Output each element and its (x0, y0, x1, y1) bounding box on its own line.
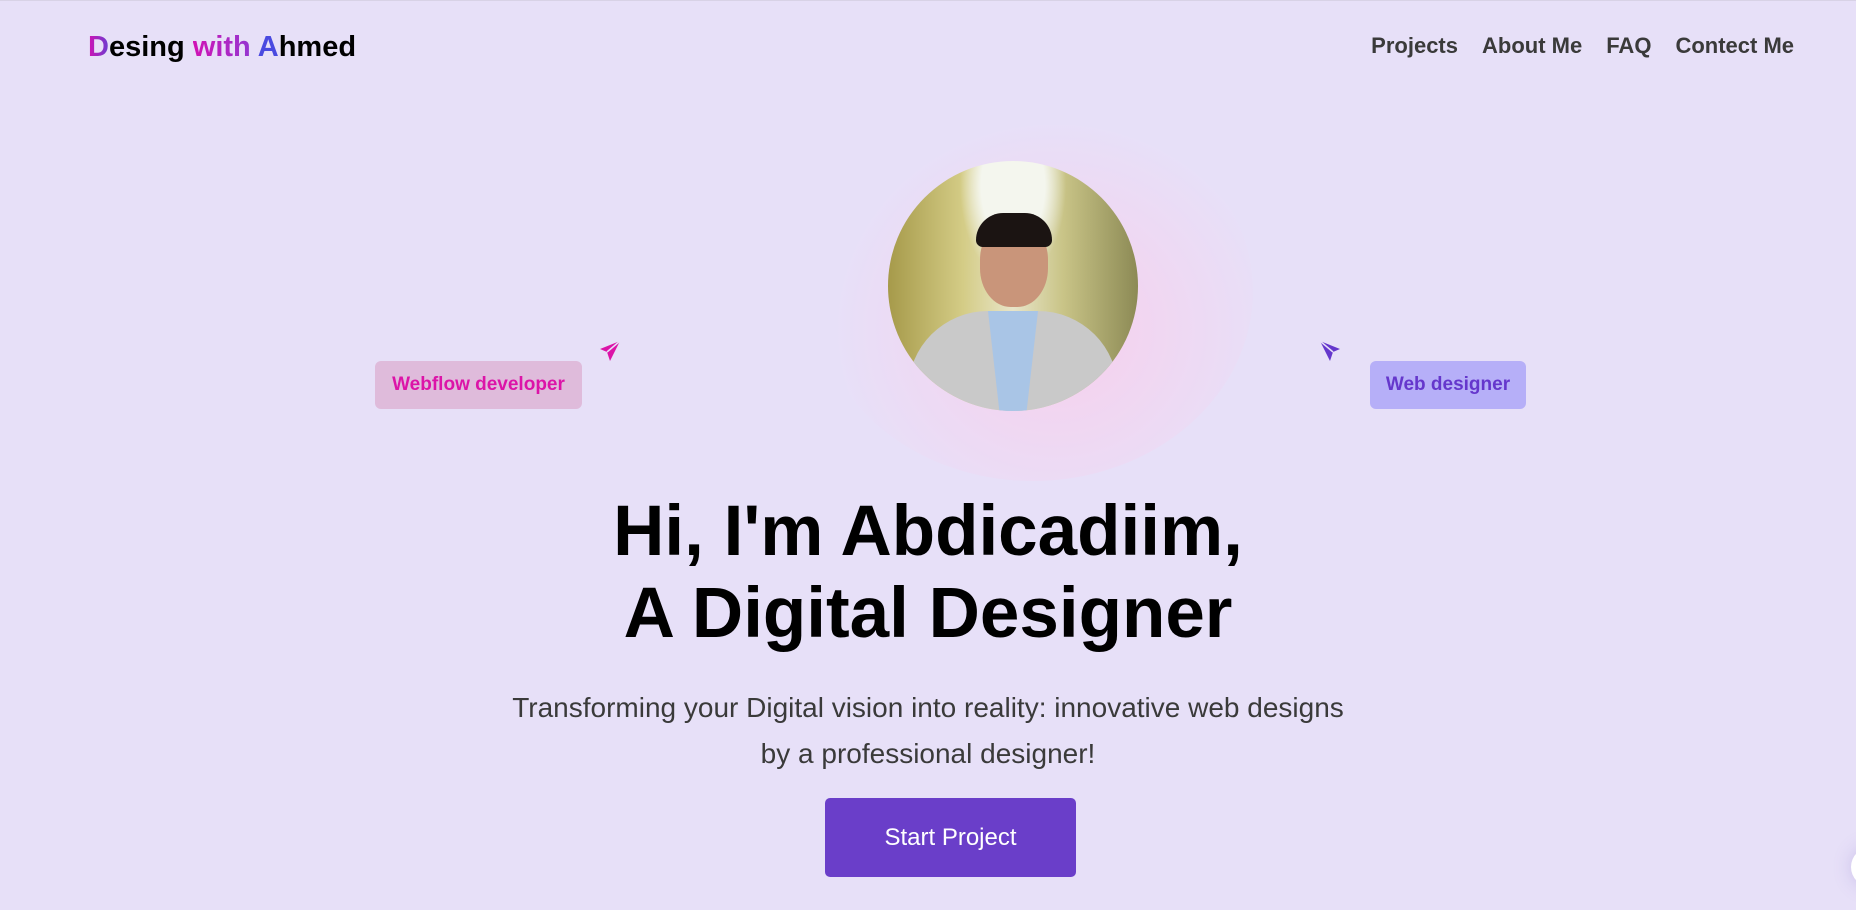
tag-webflow-developer: Webflow developer (375, 361, 582, 409)
profile-photo (888, 161, 1138, 411)
hero-subtitle-line-1: Transforming your Digital vision into re… (512, 692, 1344, 723)
site-logo[interactable]: Desing with Ahmed (88, 31, 356, 64)
hero-subtitle: Transforming your Digital vision into re… (0, 685, 1856, 777)
hero-title-line-2: A Digital Designer (623, 574, 1233, 653)
nav-contact-me[interactable]: Contect Me (1675, 33, 1794, 59)
hero-title-line-1: Hi, I'm Abdicadiim, (613, 492, 1243, 571)
paper-plane-icon (1319, 340, 1340, 361)
logo-letter-d: D (88, 31, 109, 63)
logo-letter-a: A (257, 31, 279, 63)
nav-faq[interactable]: FAQ (1606, 33, 1651, 59)
logo-text-2: hmed (278, 31, 357, 63)
tag-web-designer: Web designer (1370, 361, 1526, 409)
chat-widget-button[interactable] (1851, 847, 1856, 887)
main-nav: Projects About Me FAQ Contect Me (1371, 33, 1794, 59)
start-project-button[interactable]: Start Project (825, 798, 1076, 877)
nav-about-me[interactable]: About Me (1482, 33, 1582, 59)
hero-title: Hi, I'm Abdicadiim, A Digital Designer (0, 491, 1856, 655)
logo-text-with: with (192, 31, 258, 63)
hero-subtitle-line-2: by a professional designer! (760, 738, 1096, 769)
logo-text-1: esing (108, 31, 193, 63)
paper-plane-icon (600, 340, 621, 361)
nav-projects[interactable]: Projects (1371, 33, 1458, 59)
